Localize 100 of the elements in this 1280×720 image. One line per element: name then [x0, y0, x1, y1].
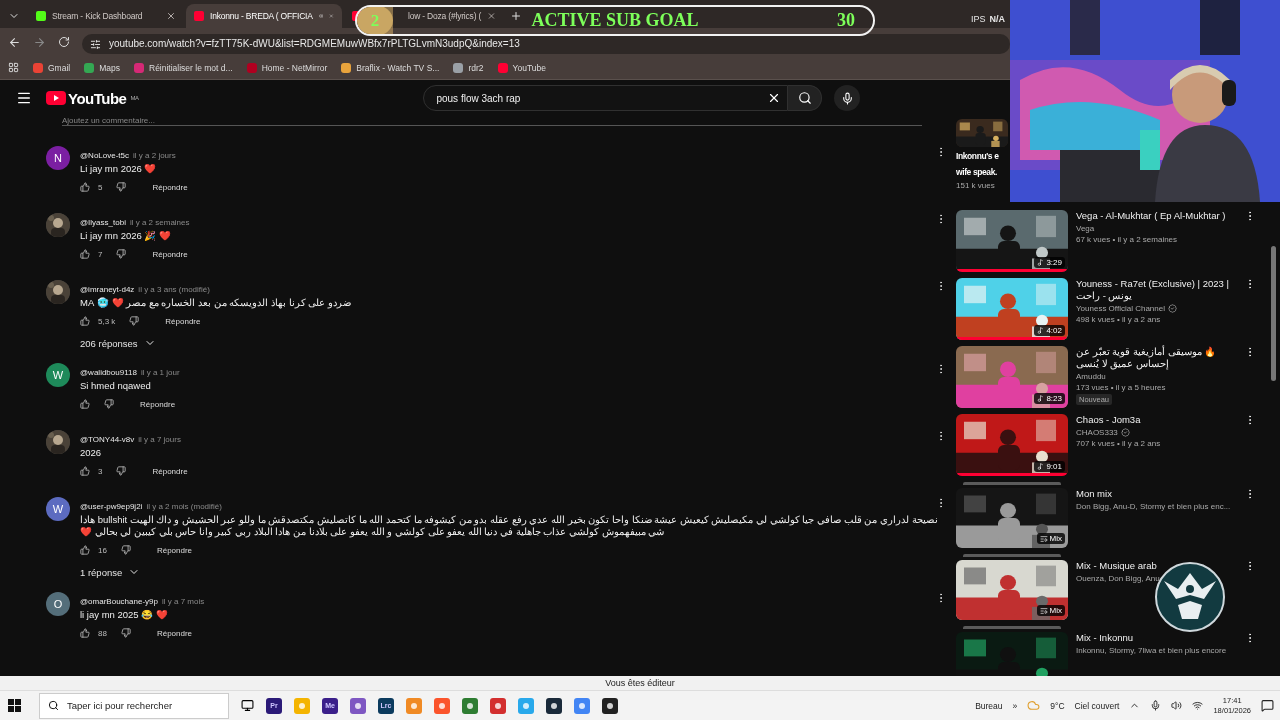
comment-text: Li jay mn 2026 ❤: [80, 163, 158, 175]
windows-start-icon[interactable]: [8, 699, 21, 712]
like-icon[interactable]: [80, 466, 90, 476]
apps-icon[interactable]: [8, 62, 19, 73]
network-icon[interactable]: [1192, 700, 1204, 711]
comment-input[interactable]: Ajoutez un commentaire...: [62, 116, 922, 126]
bookmark[interactable]: rdr2: [453, 62, 484, 73]
comment-author[interactable]: @Ilyass_tobi: [80, 218, 126, 227]
avatar[interactable]: W: [46, 497, 70, 521]
overflow-chevron[interactable]: »: [1012, 700, 1018, 711]
like-icon[interactable]: [80, 316, 90, 326]
comment-author[interactable]: @user-pw9ep9j2i: [80, 502, 143, 511]
bookmark[interactable]: Braflix - Watch TV S...: [341, 62, 440, 73]
dislike-icon[interactable]: [120, 628, 131, 638]
like-icon[interactable]: [80, 628, 90, 638]
site-settings-icon[interactable]: [90, 38, 101, 50]
forward-icon[interactable]: [33, 35, 46, 49]
taskbar-search-bar[interactable]: Taper ici pour rechercher: [39, 692, 229, 719]
menu-icon[interactable]: [16, 90, 32, 106]
speaker-icon[interactable]: [318, 11, 324, 21]
like-icon[interactable]: [80, 249, 90, 259]
comment-author[interactable]: @TONY44-v8v: [80, 435, 135, 444]
close-icon[interactable]: [329, 11, 334, 21]
taskbar-search[interactable]: Taper ici pour rechercher: [65, 699, 220, 712]
video-title[interactable]: wife speak.: [956, 165, 997, 179]
close-icon[interactable]: [166, 11, 176, 21]
reply-button[interactable]: Répondre: [148, 464, 192, 478]
dislike-icon[interactable]: [116, 466, 127, 476]
dislike-icon[interactable]: [129, 316, 140, 326]
video-title[interactable]: Mix - Inkonnu: [1076, 632, 1240, 644]
notifications-icon[interactable]: [1261, 699, 1274, 712]
reload-icon[interactable]: [58, 36, 70, 48]
like-count: 88: [98, 628, 107, 638]
volume-icon[interactable]: [1171, 700, 1183, 711]
comment-author[interactable]: @imraneyt-d4z: [80, 285, 135, 294]
temperature: 9°C: [1050, 700, 1065, 711]
search-button[interactable]: [788, 85, 823, 111]
channel-name: Youness Official Channel: [1076, 304, 1165, 313]
like-icon[interactable]: [80, 545, 90, 555]
bookmark[interactable]: Réinitialiser le mot d...: [134, 62, 233, 73]
view-count: 151 k vues: [956, 181, 995, 190]
browser-tab[interactable]: Stream - Kick Dashboard: [52, 11, 160, 21]
dislike-icon[interactable]: [104, 399, 114, 409]
bookmark[interactable]: YouTube: [497, 62, 546, 73]
comment-author[interactable]: @omarBouchane-y9p: [80, 597, 158, 606]
desktop-label: Bureau: [975, 700, 1003, 711]
video-title[interactable]: Vega - Al-Mukhtar ( Ep Al-Mukhtar ): [1076, 210, 1240, 222]
reply-button[interactable]: Répondre: [136, 397, 180, 411]
dislike-icon[interactable]: [116, 182, 127, 192]
search-field[interactable]: pous flow 3ach rap: [434, 91, 768, 105]
avatar[interactable]: W: [46, 363, 70, 387]
bookmark[interactable]: Home - NetMirror: [246, 62, 328, 73]
video-title[interactable]: Inkonnu's e: [956, 149, 999, 163]
channel-name: Vega: [1076, 224, 1095, 233]
bookmark[interactable]: Maps: [84, 62, 120, 73]
scrollbar[interactable]: [1271, 246, 1276, 381]
reply-button[interactable]: Répondre: [161, 314, 205, 328]
reply-button[interactable]: Répondre: [148, 247, 192, 261]
dislike-icon[interactable]: [120, 545, 131, 555]
browser-tab[interactable]: Inkonnu - BREDA ( OFFICIA: [186, 4, 342, 28]
video-meta: 67 k vues • il y a 2 semaines: [1076, 235, 1178, 244]
reply-button[interactable]: Répondre: [148, 180, 192, 194]
like-count: 5: [98, 182, 103, 192]
address-bar[interactable]: youtube.com/watch?v=fzTT75K-dWU&list=RDGMEMuwWBfx7rPLTGLvmN3udpQ&index=13: [82, 34, 1010, 54]
like-count: 5,3 k: [98, 316, 116, 326]
mix-label: Mix: [1036, 533, 1065, 544]
app-icon[interactable]: [546, 697, 562, 714]
music-note-icon: [1037, 259, 1045, 266]
video-title[interactable]: Youness - Ra7et (Exclusive) | 2023 | يونس - راحت: [1076, 278, 1240, 302]
mic-icon[interactable]: [1150, 700, 1162, 711]
comment-author[interactable]: @NoLove-t5c: [80, 151, 130, 160]
reply-button[interactable]: Répondre: [152, 626, 197, 640]
dislike-icon[interactable]: [116, 249, 127, 259]
back-icon[interactable]: [8, 35, 21, 49]
like-icon[interactable]: [80, 182, 90, 192]
avatar[interactable]: N: [46, 146, 70, 170]
search-bar[interactable]: pous flow 3ach rap: [423, 85, 789, 111]
editor-notice: Vous êtes éditeur: [0, 676, 1280, 690]
new-tab-icon[interactable]: [510, 10, 522, 22]
bookmark[interactable]: Gmail: [33, 62, 71, 73]
youtube-logo[interactable]: YouTube $^{MA}$: [46, 89, 139, 107]
like-icon[interactable]: [80, 399, 90, 409]
reply-button[interactable]: Répondre: [152, 543, 197, 557]
replies-toggle[interactable]: 206 réponses: [80, 335, 156, 351]
replies-toggle[interactable]: 1 réponse: [80, 564, 141, 580]
like-count: 16: [98, 545, 107, 555]
task-view-icon[interactable]: [241, 699, 254, 712]
voice-search-button[interactable]: [834, 85, 861, 111]
avatar[interactable]: O: [46, 592, 70, 616]
goal-target: 30: [837, 10, 855, 31]
video-title[interactable]: Chaos - Jom3a: [1076, 414, 1240, 426]
close-icon[interactable]: [487, 11, 496, 21]
browser-tab[interactable]: low - Doza (#lyrics) (: [408, 11, 482, 21]
video-title[interactable]: Mix - Musique arab: [1076, 560, 1240, 572]
music-note-icon: [1037, 327, 1045, 334]
app-icon[interactable]: [602, 697, 618, 714]
comment-author[interactable]: @walidbou9118: [80, 368, 137, 377]
video-title[interactable]: Mon mix: [1076, 488, 1240, 500]
music-note-icon: [1037, 395, 1045, 402]
video-title[interactable]: 🔥 موسيقى أمازيغية قوية تعبّر عن إحساس عميق لا يُنسى: [1076, 346, 1240, 370]
